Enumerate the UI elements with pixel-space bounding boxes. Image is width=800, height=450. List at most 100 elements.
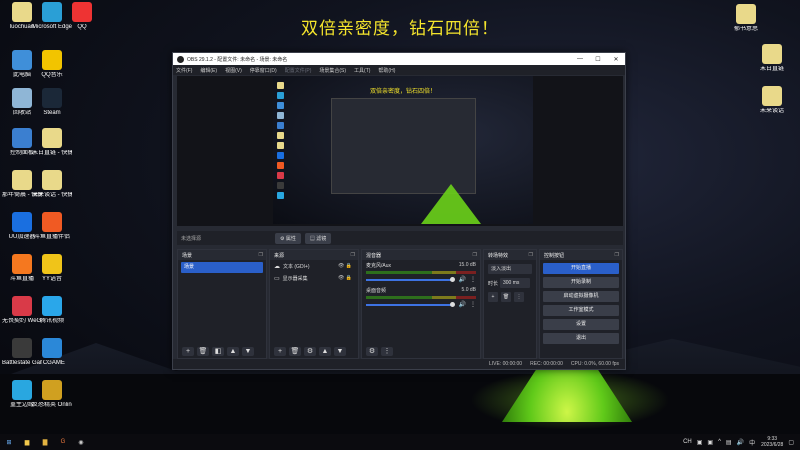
desktop-icon[interactable]: 未来谈话 (752, 86, 792, 115)
remove-source-icon[interactable]: 🗑 (289, 347, 301, 356)
file-explorer-icon[interactable]: ▆ (18, 434, 36, 450)
desktop-icon[interactable]: QQ (62, 2, 102, 31)
volume-slider[interactable] (366, 278, 452, 281)
dock-undock-icon[interactable]: ❐ (259, 252, 263, 258)
start-recording-button[interactable]: 开始录制 (543, 277, 619, 288)
app-icon (12, 380, 32, 400)
dock-undock-icon[interactable]: ❐ (473, 252, 477, 258)
volume-knob[interactable] (449, 277, 455, 282)
minimize-icon[interactable]: — (571, 56, 589, 63)
desktop-icon[interactable]: YY语音 (32, 254, 72, 283)
app-icon (12, 254, 32, 274)
add-scene-icon[interactable]: + (182, 347, 194, 356)
dock-undock-icon[interactable]: ❐ (615, 252, 619, 258)
add-source-icon[interactable]: + (274, 347, 286, 356)
dock-undock-icon[interactable]: ❐ (529, 252, 533, 258)
studio-mode-button[interactable]: 工作室模式 (543, 305, 619, 316)
desktop-icon[interactable]: QQ音乐 (32, 50, 72, 79)
remove-scene-icon[interactable]: 🗑 (197, 347, 209, 356)
volume-slider[interactable] (366, 303, 452, 306)
tray-app-icon[interactable]: ▣ (707, 439, 713, 446)
network-icon[interactable]: ▤ (726, 439, 732, 446)
menu-scene-collection[interactable]: 场景集合(S) (319, 67, 346, 74)
move-up-icon[interactable]: ▲ (319, 347, 331, 356)
audio-settings-icon[interactable]: ⚙ (366, 347, 378, 356)
menu-file[interactable]: 文件(F) (176, 67, 192, 74)
desktop-icon-label: 反恐精英 Online (32, 402, 72, 408)
close-icon[interactable]: ✕ (607, 56, 625, 63)
overlay-banner-text: 双倍亲密度，钻石四倍！ (301, 19, 499, 39)
app-icon[interactable]: G (54, 434, 72, 450)
ime-icon[interactable]: 中 (749, 438, 755, 447)
scene-list-item[interactable]: 场景 (181, 262, 263, 273)
mixer-dock: 混音器 ❐ 麦克风/Aux 15.0 dB 🔊 ⋮ 桌面音频 5.0 dB 🔊 ⋮ ⚙ ⋮ (361, 249, 481, 359)
settings-button[interactable]: 设置 (543, 319, 619, 330)
menu-docks[interactable]: 停靠窗口(D) (250, 67, 277, 74)
move-down-icon[interactable]: ▼ (334, 347, 346, 356)
app-icon (72, 2, 92, 22)
menu-tools[interactable]: 工具(T) (354, 67, 370, 74)
properties-button[interactable]: ⚙ 属性 (275, 232, 301, 244)
virtual-camera-button[interactable]: 启动虚拟摄像机 (543, 291, 619, 302)
start-menu-icon[interactable]: ⊞ (0, 434, 18, 450)
taskbar-clock[interactable]: 9:33 2023/6/28 (761, 436, 783, 448)
desktop-icon-label: 末日直链 (759, 66, 784, 72)
notification-icon[interactable]: ▢ (788, 439, 794, 446)
desktop-icon[interactable]: TCGAME (32, 338, 72, 367)
transition-select[interactable]: 淡入淡出 (488, 264, 532, 274)
speaker-icon[interactable]: 🔊 (459, 276, 466, 283)
desktop-icon[interactable]: 斗鱼直播伴侣 (32, 212, 72, 241)
desktop-icon[interactable]: Steam (32, 88, 72, 117)
desktop-icon-label: 未来谈话 - 快捷方式 (32, 192, 72, 198)
menu-profile[interactable]: 配置文件(P) (285, 67, 312, 74)
scene-filter-icon[interactable]: ◧ (212, 347, 224, 356)
app-icon (42, 128, 62, 148)
obs-preview[interactable]: 双倍亲密度，钻石四倍！ (177, 76, 623, 226)
obs-window[interactable]: OBS 29.1.2 - 配置文件: 未命名 - 场景: 未命名 — ☐ ✕ 文… (172, 52, 626, 370)
start-streaming-button[interactable]: 开始直播 (543, 263, 619, 274)
move-down-icon[interactable]: ▼ (242, 347, 254, 356)
speaker-icon[interactable]: 🔊 (459, 301, 466, 308)
visibility-lock-icons[interactable]: 👁 🔒 (338, 275, 352, 281)
volume-icon[interactable]: 🔊 (737, 439, 744, 446)
tray-app-icon[interactable]: ▣ (697, 439, 703, 446)
language-indicator[interactable]: CH (683, 439, 692, 445)
volume-knob[interactable] (449, 302, 455, 307)
app-icon (42, 170, 62, 190)
obs-taskbar-icon[interactable]: ◉ (72, 434, 90, 450)
remove-transition-icon[interactable]: 🗑 (501, 292, 511, 302)
obs-titlebar[interactable]: OBS 29.1.2 - 配置文件: 未命名 - 场景: 未命名 — ☐ ✕ (173, 53, 625, 65)
desktop-icon[interactable]: 末日直链 (752, 44, 792, 73)
add-transition-icon[interactable]: + (488, 292, 498, 302)
filters-button[interactable]: ▤ 滤镜 (304, 232, 332, 244)
more-options-icon[interactable]: ⋮ (470, 301, 476, 308)
source-item-text[interactable]: ☁ 文本 (GDI+) 👁 🔒 (270, 260, 358, 272)
menu-help[interactable]: 帮助(H) (378, 67, 395, 74)
menu-edit[interactable]: 编辑(E) (200, 67, 217, 74)
duration-input[interactable]: 300 ms (500, 278, 530, 288)
app-icon (12, 88, 32, 108)
more-options-icon[interactable]: ⋮ (470, 276, 476, 283)
mixer-menu-icon[interactable]: ⋮ (381, 347, 393, 356)
move-up-icon[interactable]: ▲ (227, 347, 239, 356)
transitions-dock-title: 转场特效 (488, 252, 509, 259)
maximize-icon[interactable]: ☐ (589, 56, 607, 63)
visibility-lock-icons[interactable]: 👁 🔒 (338, 263, 352, 269)
source-settings-icon[interactable]: ⚙ (304, 347, 316, 356)
menu-view[interactable]: 视图(V) (225, 67, 242, 74)
tray-chevron-icon[interactable]: ^ (718, 439, 721, 445)
desktop-icon[interactable]: 郁书意思 (726, 4, 766, 33)
desktop-icon-label: 斗鱼直播伴侣 (33, 234, 70, 240)
source-item-display[interactable]: ▭ 显示器采集 👁 🔒 (270, 272, 358, 284)
folder-icon[interactable]: ▇ (36, 434, 54, 450)
desktop-icon[interactable]: 反恐精英 Online (32, 380, 72, 409)
windows-taskbar: ⊞ ▆ ▇ G ◉ CH ▣ ▣ ^ ▤ 🔊 中 9:33 2023/6/28 … (0, 434, 800, 450)
desktop-icon[interactable]: 腾讯视频 (32, 296, 72, 325)
preview-nested-obs (331, 98, 476, 194)
dock-undock-icon[interactable]: ❐ (351, 252, 355, 258)
desktop-icon[interactable]: 未来谈话 - 快捷方式 (32, 170, 72, 199)
desktop-icon-label: 末日直链 - 快捷方式 (32, 150, 72, 156)
transition-menu-icon[interactable]: ⋮ (514, 292, 524, 302)
desktop-icon[interactable]: 末日直链 - 快捷方式 (32, 128, 72, 157)
exit-button[interactable]: 退出 (543, 333, 619, 344)
